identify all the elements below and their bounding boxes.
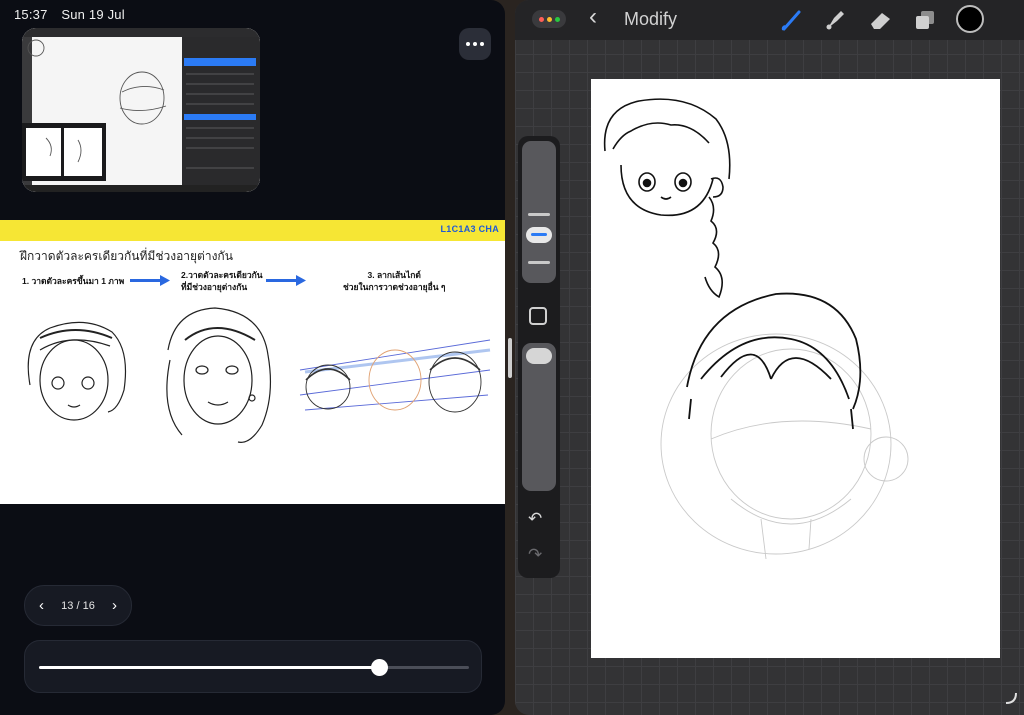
- layers-icon[interactable]: [913, 8, 937, 32]
- slider-grip: [528, 261, 550, 264]
- gallery-title[interactable]: Modify: [624, 9, 677, 30]
- zoom-dot-icon: [554, 16, 560, 22]
- undo-icon[interactable]: ↶: [528, 510, 542, 527]
- dot-icon: [473, 42, 477, 46]
- chevron-left-icon[interactable]: ‹: [39, 598, 44, 613]
- dot-icon: [466, 42, 470, 46]
- status-bar: 15:37 Sun 19 Jul: [14, 7, 135, 22]
- adult-hair-sketch: [686, 292, 862, 430]
- brush-size-slider[interactable]: [522, 141, 556, 283]
- brush-icon[interactable]: [780, 8, 806, 32]
- lesson-slide: L1C1A3 CHA ฝึกวาดตัวละครเดียวกันที่มีช่ว…: [0, 220, 505, 504]
- slide-scrubber: [24, 640, 482, 693]
- minimize-dot-icon: [546, 16, 552, 22]
- page-number: 13 / 16: [61, 599, 95, 612]
- arrow-right-icon: [266, 275, 306, 286]
- eraser-icon[interactable]: [868, 8, 894, 32]
- back-chevron-icon[interactable]: ‹: [589, 5, 597, 29]
- child-head-sketch: [603, 98, 731, 299]
- scrubber-fill: [39, 666, 379, 669]
- arrow-right-icon: [130, 275, 170, 286]
- split-view-divider[interactable]: [508, 338, 512, 378]
- video-preview-thumbnail[interactable]: [22, 28, 260, 192]
- scrubber-thumb[interactable]: [370, 659, 388, 676]
- scrubber-track[interactable]: [39, 659, 469, 676]
- slider-grip: [528, 213, 550, 216]
- slide-viewer-app: 15:37 Sun 19 Jul L1C1A3 CHA ฝึกวาดตัวละค…: [0, 0, 505, 715]
- side-toolbar: ↶ ↷: [518, 136, 560, 578]
- accent-mark: [531, 233, 547, 236]
- adult-head-guideline-sketch: [660, 333, 909, 560]
- redo-icon[interactable]: ↷: [528, 546, 542, 563]
- opacity-knob[interactable]: [526, 348, 552, 364]
- status-date: Sun 19 Jul: [61, 7, 125, 22]
- resize-handle-icon[interactable]: [1004, 691, 1018, 705]
- drawing-app: ‹ Modify ↶ ↷: [515, 0, 1024, 715]
- dot-icon: [480, 42, 484, 46]
- page-navigator: ‹ 13 / 16 ›: [24, 585, 132, 626]
- smudge-icon[interactable]: [823, 8, 847, 32]
- close-dot-icon: [538, 16, 544, 22]
- brush-size-knob[interactable]: [526, 227, 552, 243]
- drawing-toolbar: ‹ Modify: [515, 0, 1024, 40]
- child-face-drawing: [27, 321, 127, 421]
- color-picker-swatch[interactable]: [956, 5, 984, 33]
- young-woman-drawing: [166, 307, 272, 443]
- guideline-sketch: [299, 339, 491, 413]
- modify-button-icon[interactable]: [529, 307, 547, 325]
- status-time: 15:37: [14, 7, 48, 22]
- chevron-right-icon[interactable]: ›: [112, 598, 117, 613]
- slide-illustrations: [27, 275, 491, 443]
- canvas-artwork: [603, 98, 909, 560]
- more-options-button[interactable]: [459, 28, 491, 60]
- window-controls[interactable]: [532, 10, 566, 28]
- drawing-canvas[interactable]: [591, 79, 1000, 658]
- opacity-slider[interactable]: [522, 343, 556, 491]
